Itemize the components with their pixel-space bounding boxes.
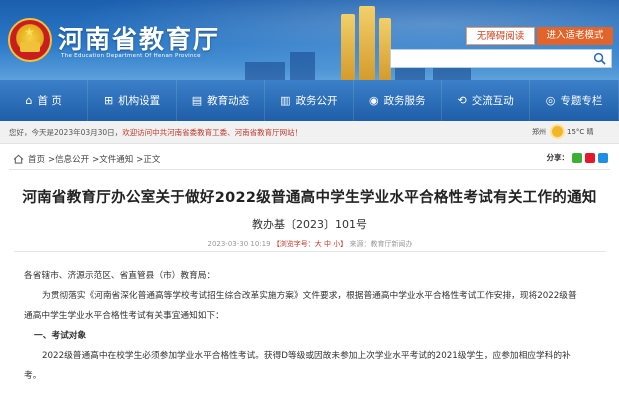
paragraph: 考。 xyxy=(24,371,42,381)
document-number: 教办基〔2023〕101号 xyxy=(252,218,367,231)
nav-item-interact[interactable]: ⟲ 交流互动 xyxy=(442,80,531,121)
site-subtitle: The Education Department Of Henan Provin… xyxy=(61,53,201,59)
meta-date: 2023-03-30 10:19 xyxy=(207,240,271,248)
interact-icon: ⟲ xyxy=(457,94,467,107)
welcome-text: 您好，今天是2023年03月30日，欢迎访问中共河南省委教育工委、河南省教育厅网… xyxy=(9,128,303,137)
font-size-control[interactable]: 【浏览字号：大 中 小】 xyxy=(273,240,347,248)
main-nav: ⌂ 首 页 ⊞ 机构设置 ▤ 教育动态 ▥ 政务公开 ◉ 政务服务 ⟲ 交流互动… xyxy=(0,80,619,121)
sun-icon xyxy=(552,126,563,137)
paragraph: 各省辖市、济源示范区、省直管县（市）教育局： xyxy=(24,271,216,281)
home-icon: ⌂ xyxy=(25,94,33,107)
paragraph: 2022级普通高中在校学生必须参加学业水平合格性考试。获得D等级或因故未参加上次… xyxy=(42,351,571,361)
breadcrumb-files[interactable]: >文件通知 xyxy=(92,153,133,165)
nav-item-topic[interactable]: ◎ 专题专栏 xyxy=(530,80,619,121)
home-icon xyxy=(13,154,24,164)
article-body: 各省辖市、济源示范区、省直管县（市）教育局： 为贯彻落实《河南省深化普通高等学校… xyxy=(24,266,596,386)
site-header: ★ 河南省教育厅 The Education Department Of Hen… xyxy=(0,0,619,80)
site-title: 河南省教育厅 xyxy=(58,25,221,54)
breadcrumb-bar: 首页 >信息公开 >文件通知 >正文 分享： xyxy=(9,148,610,170)
weibo-icon[interactable] xyxy=(585,152,595,163)
emblem-logo: ★ xyxy=(8,18,52,62)
nav-item-label: 政务公开 xyxy=(295,95,338,107)
article-meta: 2023-03-30 10:19 【浏览字号：大 中 小】 来源：教育厅新闻办 xyxy=(14,234,606,252)
nav-item-label: 机构设置 xyxy=(118,95,161,107)
weather-temp: 15°C 晴 xyxy=(567,127,594,136)
nav-item-label: 政务服务 xyxy=(383,95,426,107)
article-title: 河南省教育厅办公室关于做好2022级普通高中学生学业水平合格性考试有关工作的通知 xyxy=(22,190,597,206)
section-heading: 一、考试对象 xyxy=(34,331,87,341)
nav-item-service[interactable]: ◉ 政务服务 xyxy=(354,80,442,121)
weather-city: 郑州 xyxy=(532,127,546,136)
wechat-icon[interactable] xyxy=(572,152,582,163)
search-input[interactable] xyxy=(391,54,586,72)
doc-icon: ▥ xyxy=(280,94,291,107)
nav-item-label: 专题专栏 xyxy=(560,95,603,107)
meta-source: 来源：教育厅新闻办 xyxy=(349,240,413,248)
share-bar: 分享： xyxy=(546,152,608,163)
nav-item-label: 交流互动 xyxy=(471,95,514,107)
search-icon[interactable] xyxy=(593,52,606,65)
breadcrumb-current: >正文 xyxy=(136,155,161,165)
nav-item-news[interactable]: ▤ 教育动态 xyxy=(177,80,266,121)
elder-mode-button[interactable]: 进入适老模式 xyxy=(537,27,613,45)
nav-item-label: 教育动态 xyxy=(207,95,250,107)
qq-icon[interactable] xyxy=(598,152,608,163)
topic-icon: ◎ xyxy=(545,94,556,107)
org-icon: ⊞ xyxy=(103,94,114,107)
breadcrumb: 首页 >信息公开 >文件通知 >正文 xyxy=(13,153,163,165)
nav-item-gov-open[interactable]: ▥ 政务公开 xyxy=(265,80,354,121)
search-box xyxy=(390,49,612,72)
nav-item-label: 首 页 xyxy=(37,95,62,107)
nav-item-org[interactable]: ⊞ 机构设置 xyxy=(88,80,177,121)
share-label: 分享： xyxy=(546,153,570,162)
nav-item-home[interactable]: ⌂ 首 页 xyxy=(0,80,89,121)
accessibility-button[interactable]: 无障碍阅读 xyxy=(466,27,535,45)
welcome-bar: 您好，今天是2023年03月30日，欢迎访问中共河南省委教育工委、河南省教育厅网… xyxy=(0,121,619,144)
paragraph: 为贯彻落实《河南省深化普通高等学校考试招生综合改革实施方案》文件要求，根据普通高… xyxy=(42,291,577,301)
weather-widget: 郑州 15°C 晴 xyxy=(532,126,594,137)
news-icon: ▤ xyxy=(191,94,203,107)
breadcrumb-info[interactable]: >信息公开 xyxy=(48,153,89,165)
service-icon: ◉ xyxy=(368,94,379,107)
paragraph: 通高中学生学业水平合格性考试有关事宜通知如下： xyxy=(24,311,224,321)
breadcrumb-home[interactable]: 首页 xyxy=(28,153,45,165)
